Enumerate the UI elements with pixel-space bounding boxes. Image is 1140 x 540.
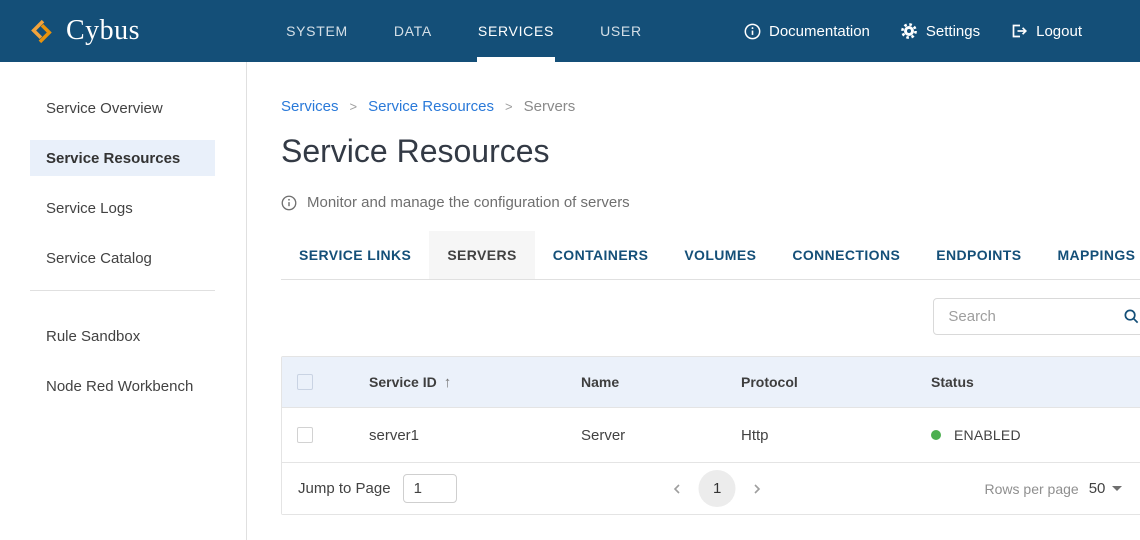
logout-link[interactable]: Logout bbox=[1010, 22, 1082, 40]
status-enabled-dot-icon bbox=[931, 430, 941, 440]
sidebar-item-service-resources[interactable]: Service Resources bbox=[30, 140, 215, 176]
cell-status: ENABLED bbox=[931, 427, 1140, 443]
sidebar-item-node-red-workbench[interactable]: Node Red Workbench bbox=[30, 368, 215, 404]
cell-protocol: Http bbox=[741, 427, 931, 444]
next-page-button[interactable] bbox=[750, 482, 764, 496]
jump-to-page-label: Jump to Page bbox=[298, 480, 391, 497]
breadcrumb-separator-icon: > bbox=[350, 99, 358, 114]
tab-mappings[interactable]: MAPPINGS bbox=[1039, 231, 1140, 279]
search-row bbox=[281, 298, 1140, 335]
chevron-right-icon bbox=[750, 482, 764, 496]
sidebar-item-service-logs[interactable]: Service Logs bbox=[30, 190, 215, 226]
table-footer: Jump to Page 1 R bbox=[282, 462, 1140, 514]
resource-tabs: SERVICE LINKS SERVERS CONTAINERS VOLUMES… bbox=[281, 231, 1140, 280]
settings-label: Settings bbox=[926, 23, 980, 40]
page-subtitle: Monitor and manage the configuration of … bbox=[281, 194, 1140, 211]
top-navbar: Cybus SYSTEM DATA SERVICES USER Document… bbox=[0, 0, 1140, 62]
search-box bbox=[933, 298, 1140, 335]
tab-service-links[interactable]: SERVICE LINKS bbox=[281, 231, 429, 279]
breadcrumb-current: Servers bbox=[524, 98, 576, 115]
breadcrumb: Services > Service Resources > Servers bbox=[281, 98, 1140, 115]
subtitle-text: Monitor and manage the configuration of … bbox=[307, 194, 630, 211]
sidebar-item-service-overview[interactable]: Service Overview bbox=[30, 90, 215, 126]
nav-item-user[interactable]: USER bbox=[600, 0, 642, 62]
info-icon bbox=[744, 23, 761, 40]
sort-ascending-icon: ↑ bbox=[444, 374, 452, 391]
search-input[interactable] bbox=[946, 307, 1123, 326]
brand-name: Cybus bbox=[66, 17, 140, 45]
page-number-button[interactable]: 1 bbox=[699, 470, 736, 507]
tab-servers[interactable]: SERVERS bbox=[429, 231, 534, 279]
info-icon bbox=[281, 195, 297, 211]
jump-to-page-input[interactable] bbox=[403, 474, 457, 503]
select-all-checkbox[interactable] bbox=[297, 374, 313, 390]
rows-per-page-label: Rows per page bbox=[985, 481, 1079, 497]
column-header-label: Service ID bbox=[369, 374, 437, 390]
chevron-left-icon bbox=[671, 482, 685, 496]
sidebar-divider bbox=[30, 290, 215, 291]
rows-per-page-select[interactable]: 50 bbox=[1089, 480, 1123, 497]
breadcrumb-link-service-resources[interactable]: Service Resources bbox=[368, 98, 494, 115]
previous-page-button[interactable] bbox=[671, 482, 685, 496]
search-icon[interactable] bbox=[1123, 308, 1140, 325]
cell-service-id: server1 bbox=[369, 427, 581, 444]
table-header-row: Service ID ↑ Name Protocol Status bbox=[282, 357, 1140, 407]
settings-link[interactable]: Settings bbox=[900, 22, 980, 40]
sidebar-item-service-catalog[interactable]: Service Catalog bbox=[30, 240, 215, 276]
tab-endpoints[interactable]: ENDPOINTS bbox=[918, 231, 1039, 279]
main-nav: SYSTEM DATA SERVICES USER bbox=[286, 0, 642, 62]
column-header-status[interactable]: Status bbox=[931, 374, 1140, 390]
page-title: Service Resources bbox=[281, 134, 1140, 169]
caret-down-icon bbox=[1112, 486, 1122, 491]
row-checkbox[interactable] bbox=[297, 427, 313, 443]
navbar-actions: Documentation Settings Logout bbox=[744, 22, 1082, 40]
cybus-logo-icon bbox=[30, 19, 55, 44]
sidebar: Service Overview Service Resources Servi… bbox=[0, 62, 247, 540]
documentation-label: Documentation bbox=[769, 23, 870, 40]
breadcrumb-link-services[interactable]: Services bbox=[281, 98, 339, 115]
table-row[interactable]: server1 Server Http ENABLED bbox=[282, 407, 1140, 462]
main-content: Services > Service Resources > Servers S… bbox=[247, 62, 1140, 540]
tab-containers[interactable]: CONTAINERS bbox=[535, 231, 667, 279]
cell-name: Server bbox=[581, 427, 741, 444]
column-header-name[interactable]: Name bbox=[581, 374, 741, 390]
nav-item-system[interactable]: SYSTEM bbox=[286, 0, 348, 62]
tab-connections[interactable]: CONNECTIONS bbox=[774, 231, 918, 279]
documentation-link[interactable]: Documentation bbox=[744, 23, 870, 40]
gear-icon bbox=[900, 22, 918, 40]
brand-logo[interactable]: Cybus bbox=[30, 17, 140, 45]
logout-label: Logout bbox=[1036, 23, 1082, 40]
rows-per-page: Rows per page 50 bbox=[985, 480, 1123, 497]
pagination: 1 bbox=[671, 470, 764, 507]
logout-icon bbox=[1010, 22, 1028, 40]
rows-per-page-value: 50 bbox=[1089, 480, 1106, 497]
breadcrumb-separator-icon: > bbox=[505, 99, 513, 114]
nav-item-services[interactable]: SERVICES bbox=[478, 0, 554, 62]
status-badge: ENABLED bbox=[954, 427, 1021, 443]
sidebar-item-rule-sandbox[interactable]: Rule Sandbox bbox=[30, 318, 215, 354]
servers-table: Service ID ↑ Name Protocol Status server… bbox=[281, 356, 1140, 515]
tab-volumes[interactable]: VOLUMES bbox=[666, 231, 774, 279]
column-header-protocol[interactable]: Protocol bbox=[741, 374, 931, 390]
nav-item-data[interactable]: DATA bbox=[394, 0, 432, 62]
column-header-service-id[interactable]: Service ID ↑ bbox=[369, 374, 581, 391]
